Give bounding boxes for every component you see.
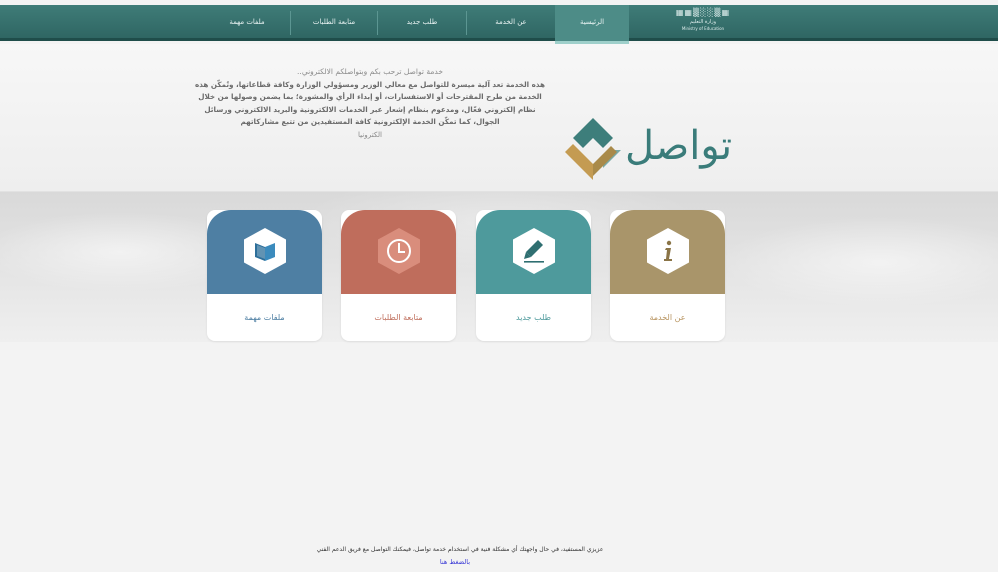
hero-body-text: هذه الخدمة تعد آلية ميسرة للتواصل مع معا… xyxy=(194,79,546,127)
card-label: ملفات مهمة xyxy=(244,313,285,322)
tawasul-logo-wordmark: تواصل xyxy=(625,123,733,169)
card-important-files[interactable]: ملفات مهمة xyxy=(207,210,322,341)
book-icon xyxy=(255,243,275,261)
card-new-request[interactable]: طلب جديد xyxy=(476,210,591,341)
top-navigation-bar: ملفات مهمة متابعة الطلبات طلب جديد عن ال… xyxy=(0,5,998,44)
hero-description: خدمة تواصل ترحب بكم وبتواصلكم الالكتروني… xyxy=(190,66,550,141)
pencil-icon xyxy=(524,240,544,263)
hero-body-tail: الكترونيا xyxy=(357,129,383,139)
ministry-logo-mark: ▦▦▒░░▒▦ xyxy=(675,8,731,17)
hero-section: خدمة تواصل ترحب بكم وبتواصلكم الالكتروني… xyxy=(0,44,998,192)
card-label: متابعة الطلبات xyxy=(374,313,423,322)
info-icon xyxy=(664,240,672,261)
hero-welcome-text: خدمة تواصل ترحب بكم وبتواصلكم الالكتروني… xyxy=(297,67,443,76)
nav-item-new-request[interactable]: طلب جديد xyxy=(378,5,466,41)
ministry-logo-english: Ministry of Education xyxy=(681,26,725,31)
nav-item-important-files[interactable]: ملفات مهمة xyxy=(204,5,290,41)
card-about-service[interactable]: عن الخدمة xyxy=(610,210,725,341)
nav-item-home[interactable]: الرئيسية xyxy=(555,5,629,44)
ministry-logo[interactable]: ▦▦▒░░▒▦ وزارة التعليم Ministry of Educat… xyxy=(672,8,734,38)
nav-item-about-service[interactable]: عن الخدمة xyxy=(467,5,555,41)
tawasul-logo-icon xyxy=(565,118,621,180)
card-label: عن الخدمة xyxy=(649,313,686,322)
ministry-logo-arabic: وزارة التعليم xyxy=(689,19,717,25)
tawasul-brand-logo: تواصل xyxy=(563,116,743,186)
card-track-requests[interactable]: متابعة الطلبات xyxy=(341,210,456,341)
nav-item-track-requests[interactable]: متابعة الطلبات xyxy=(291,5,377,41)
clock-icon xyxy=(387,239,411,263)
card-label: طلب جديد xyxy=(516,313,551,322)
support-notice: عزيزي المستفيد، في حال واجهتك أي مشكلة ف… xyxy=(316,546,604,553)
support-link[interactable]: بالضغط هنا xyxy=(430,558,480,566)
